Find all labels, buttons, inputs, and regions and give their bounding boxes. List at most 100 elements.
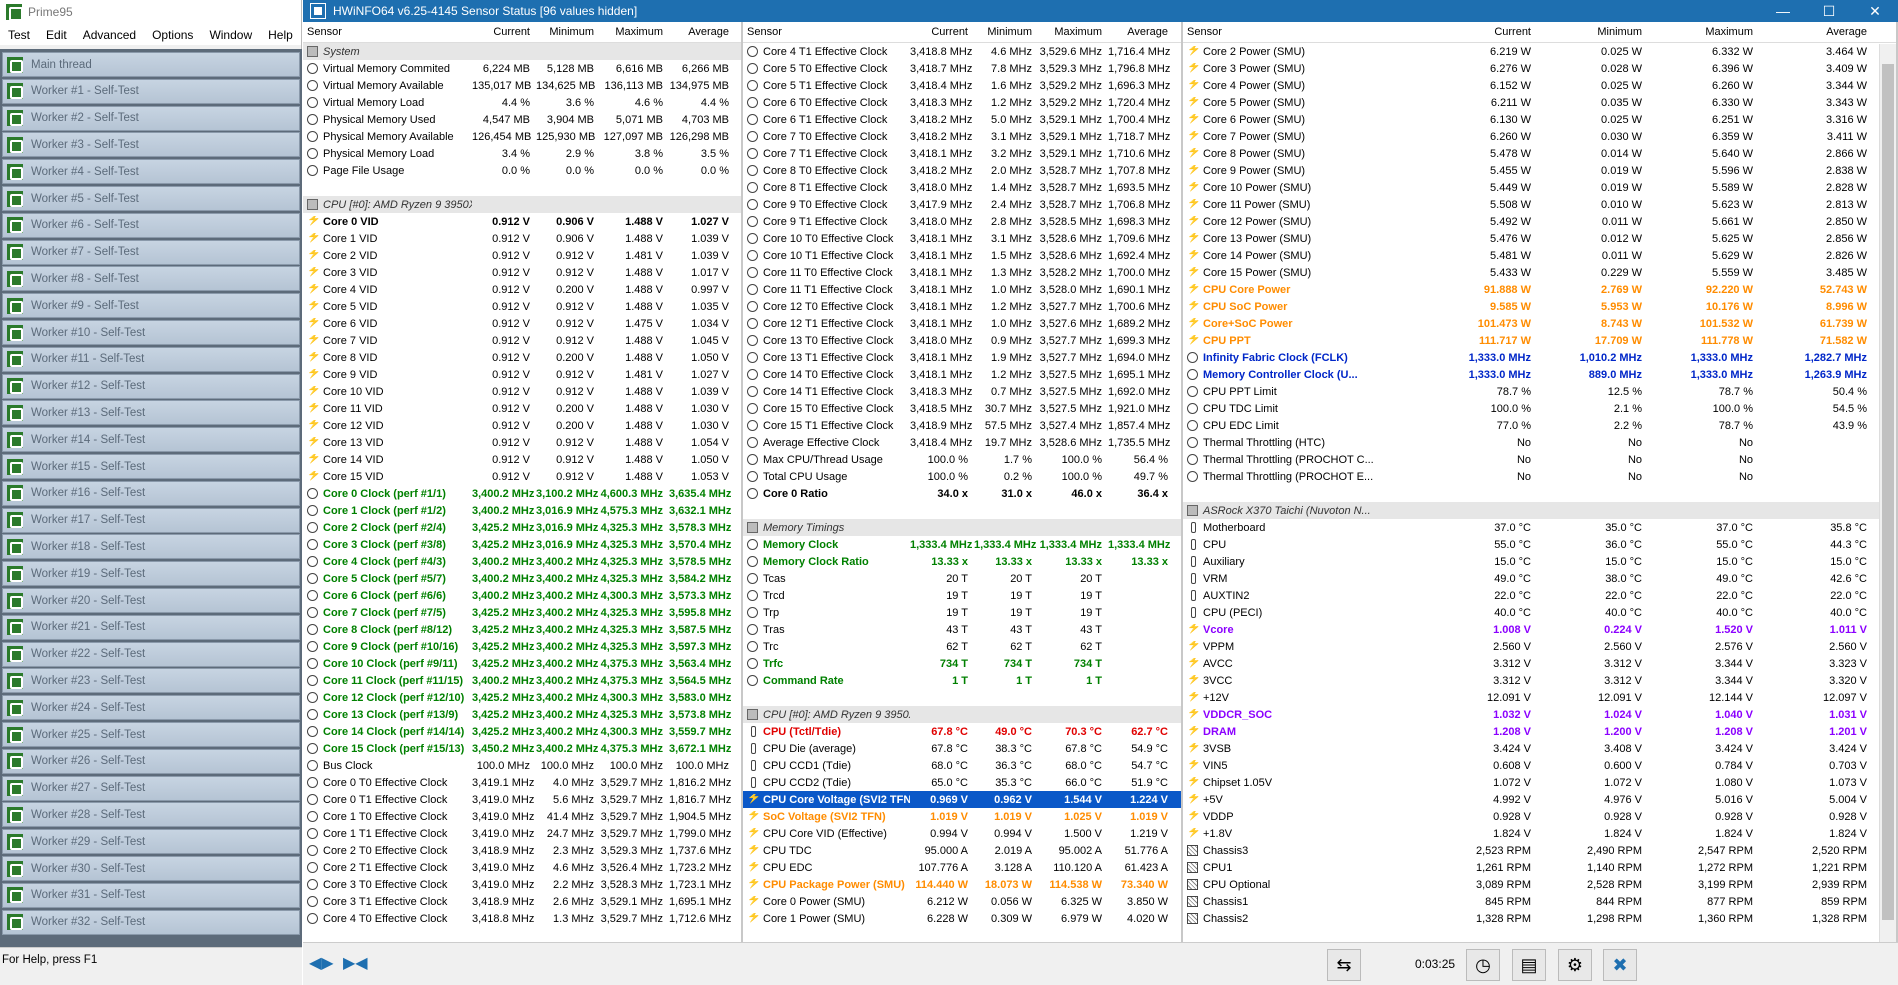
nav-collapse-arrows-icon[interactable]: ▶◀ — [343, 953, 373, 973]
sensor-group-row[interactable]: Memory Timings — [743, 519, 1181, 536]
sensor-row[interactable]: Core 8 VID 0.912 V 0.200 V 1.488 V 1.050 V — [303, 349, 741, 366]
minimize-button[interactable]: — — [1760, 3, 1806, 20]
prime95-worker-window[interactable]: Worker #6 - Self-Test — [2, 212, 300, 238]
sensor-row[interactable]: VPPM 2.560 V 2.560 V 2.576 V 2.560 V — [1183, 638, 1896, 655]
sensor-row[interactable]: Thermal Throttling (HTC) No No No — [1183, 434, 1896, 451]
column-header-average[interactable]: Average — [1759, 26, 1873, 38]
sensor-row[interactable]: Core 10 T0 Effective Clock 3,418.1 MHz 3.1… — [743, 230, 1181, 247]
prime95-worker-window[interactable]: Worker #18 - Self-Test — [2, 534, 300, 560]
sensor-row[interactable]: Core 1 Clock (perf #1/2) 3,400.2 MHz 3,016… — [303, 502, 741, 519]
sensor-row[interactable]: Core 12 T1 Effective Clock 3,418.1 MHz 1.0… — [743, 315, 1181, 332]
sensor-row[interactable]: Core 4 Power (SMU) 6.152 W 0.025 W 6.260 W 3… — [1183, 77, 1896, 94]
sensor-row[interactable]: Trc 62 T 62 T 62 T — [743, 638, 1181, 655]
sensor-row[interactable]: Core 7 T1 Effective Clock 3,418.1 MHz 3.2 … — [743, 145, 1181, 162]
sensor-row[interactable]: Core 1 T0 Effective Clock 3,419.0 MHz 41.4… — [303, 808, 741, 825]
sensor-row[interactable]: Core 8 T1 Effective Clock 3,418.0 MHz 1.4 … — [743, 179, 1181, 196]
column-header-sensor[interactable]: Sensor — [303, 26, 472, 38]
sensor-row[interactable]: CPU Die (average) 67.8 °C 38.3 °C 67.8 °C 54… — [743, 740, 1181, 757]
sensor-row[interactable]: Memory Controller Clock (U... 1,333.0 MHz… — [1183, 366, 1896, 383]
sensor-row[interactable]: VDDCR_SOC 1.032 V 1.024 V 1.040 V 1.031 V — [1183, 706, 1896, 723]
sensor-row[interactable]: Core 5 Clock (perf #5/7) 3,400.2 MHz 3,400… — [303, 570, 741, 587]
sensor-row[interactable]: Thermal Throttling (PROCHOT C... No No No — [1183, 451, 1896, 468]
prime95-worker-window[interactable]: Worker #5 - Self-Test — [2, 186, 300, 211]
sensor-row[interactable]: Core 13 T1 Effective Clock 3,418.1 MHz 1.9… — [743, 349, 1181, 366]
sensor-row[interactable]: Core 6 T0 Effective Clock 3,418.3 MHz 1.2 … — [743, 94, 1181, 111]
sensor-row[interactable]: SoC Voltage (SVI2 TFN) 1.019 V 1.019 V 1.02… — [743, 808, 1181, 825]
sensor-row[interactable]: Virtual Memory Commited 6,224 MB 5,128 MB 6… — [303, 60, 741, 77]
menu-options[interactable]: Options — [144, 28, 201, 42]
sensor-row[interactable]: CPU EDC Limit 77.0 % 2.2 % 78.7 % 43.9 % — [1183, 417, 1896, 434]
prime95-worker-window[interactable]: Worker #28 - Self-Test — [2, 802, 300, 828]
sensor-row[interactable]: VIN5 0.608 V 0.600 V 0.784 V 0.703 V — [1183, 757, 1896, 774]
sensor-row[interactable]: Core 8 Clock (perf #8/12) 3,425.2 MHz 3,40… — [303, 621, 741, 638]
prime95-worker-window[interactable]: Worker #14 - Self-Test — [2, 427, 300, 453]
sensor-row[interactable]: Core 6 T1 Effective Clock 3,418.2 MHz 5.0 … — [743, 111, 1181, 128]
maximize-button[interactable]: ☐ — [1806, 3, 1852, 20]
prime95-worker-window[interactable]: Worker #20 - Self-Test — [2, 588, 300, 613]
sensor-row[interactable]: Core 14 T1 Effective Clock 3,418.3 MHz 0.7… — [743, 383, 1181, 400]
sensor-row[interactable]: Core 15 T0 Effective Clock 3,418.5 MHz 30.… — [743, 400, 1181, 417]
prime95-worker-window[interactable]: Worker #9 - Self-Test — [2, 293, 300, 319]
sensor-row[interactable]: Core 13 Clock (perf #13/9) 3,425.2 MHz 3,4… — [303, 706, 741, 723]
sensor-row[interactable]: Core 12 T0 Effective Clock 3,418.1 MHz 1.2… — [743, 298, 1181, 315]
prime95-worker-window[interactable]: Worker #2 - Self-Test — [2, 105, 300, 131]
sensor-row[interactable]: Core 2 Clock (perf #2/4) 3,425.2 MHz 3,016… — [303, 519, 741, 536]
sensor-row[interactable]: Core 7 VID 0.912 V 0.912 V 1.488 V 1.045 V — [303, 332, 741, 349]
sensor-row[interactable]: AUXTIN2 22.0 °C 22.0 °C 22.0 °C 22.0 °C — [1183, 587, 1896, 604]
prime95-worker-window[interactable]: Worker #29 - Self-Test — [2, 829, 300, 855]
sensor-row[interactable]: Core 13 Power (SMU) 5.476 W 0.012 W 5.625 W… — [1183, 230, 1896, 247]
sensor-row[interactable]: Core 12 Clock (perf #12/10) 3,425.2 MHz 3,… — [303, 689, 741, 706]
sensor-row[interactable]: CPU CCD1 (Tdie) 68.0 °C 36.3 °C 68.0 °C 54.7… — [743, 757, 1181, 774]
sensor-row[interactable]: Core 3 VID 0.912 V 0.912 V 1.488 V 1.017 V — [303, 264, 741, 281]
sensor-row[interactable]: Core 1 T1 Effective Clock 3,419.0 MHz 24.7… — [303, 825, 741, 842]
column-header-maximum[interactable]: Maximum — [600, 26, 669, 38]
sensor-group-row[interactable]: CPU [#0]: AMD Ryzen 9 3950X — [303, 196, 741, 213]
sensor-row[interactable]: Core 10 Power (SMU) 5.449 W 0.019 W 5.589 W… — [1183, 179, 1896, 196]
column-header-current[interactable]: Current — [472, 26, 536, 38]
prime95-worker-window[interactable]: Worker #30 - Self-Test — [2, 856, 300, 881]
settings-gear-icon[interactable]: ⚙ — [1558, 949, 1592, 981]
sensor-row[interactable]: DRAM 1.208 V 1.200 V 1.208 V 1.201 V — [1183, 723, 1896, 740]
sensor-row[interactable]: Tcas 20 T 20 T 20 T — [743, 570, 1181, 587]
sensor-row[interactable]: Core 8 T0 Effective Clock 3,418.2 MHz 2.0 … — [743, 162, 1181, 179]
sensor-row[interactable]: Core 4 T0 Effective Clock 3,418.8 MHz 1.3 … — [303, 910, 741, 927]
sensor-row[interactable]: Trp 19 T 19 T 19 T — [743, 604, 1181, 621]
network-icon[interactable]: ⇆ — [1327, 949, 1361, 981]
sensor-row[interactable]: Physical Memory Available 126,454 MB 125,9… — [303, 128, 741, 145]
sensor-row[interactable]: Core 1 Power (SMU) 6.228 W 0.309 W 6.979 W 4… — [743, 910, 1181, 927]
prime95-worker-window[interactable]: Worker #3 - Self-Test — [2, 132, 300, 158]
sensor-row[interactable]: Core 11 T0 Effective Clock 3,418.1 MHz 1.3… — [743, 264, 1181, 281]
prime95-worker-window[interactable]: Worker #22 - Self-Test — [2, 641, 300, 667]
close-button[interactable]: ✕ — [1852, 3, 1898, 20]
sensor-row[interactable]: CPU EDC 107.776 A 3.128 A 110.120 A 61.423 A — [743, 859, 1181, 876]
sensor-row[interactable]: Core 12 VID 0.912 V 0.200 V 1.488 V 1.030 V — [303, 417, 741, 434]
prime95-worker-window[interactable]: Worker #8 - Self-Test — [2, 266, 300, 292]
column-header-sensor[interactable]: Sensor — [743, 26, 910, 38]
prime95-worker-window[interactable]: Worker #17 - Self-Test — [2, 507, 300, 533]
sensor-row[interactable]: Core 2 VID 0.912 V 0.912 V 1.481 V 1.039 V — [303, 247, 741, 264]
sensor-row[interactable]: CPU CCD2 (Tdie) 65.0 °C 35.3 °C 66.0 °C 51.9… — [743, 774, 1181, 791]
sensor-row[interactable]: Physical Memory Used 4,547 MB 3,904 MB 5,07… — [303, 111, 741, 128]
sensor-row[interactable]: Core 3 Power (SMU) 6.276 W 0.028 W 6.396 W 3… — [1183, 60, 1896, 77]
sensor-group-row[interactable]: System — [303, 43, 741, 60]
sensor-row[interactable]: Tras 43 T 43 T 43 T — [743, 621, 1181, 638]
sensor-row[interactable]: Core 2 Power (SMU) 6.219 W 0.025 W 6.332 W 3… — [1183, 43, 1896, 60]
sensor-row[interactable]: CPU PPT Limit 78.7 % 12.5 % 78.7 % 50.4 % — [1183, 383, 1896, 400]
sensor-row[interactable]: Core 12 Power (SMU) 5.492 W 0.011 W 5.661 W… — [1183, 213, 1896, 230]
sensor-row[interactable]: Core 0 Ratio 34.0 x 31.0 x 46.0 x 36.4 x — [743, 485, 1181, 502]
sensor-row[interactable]: Core 11 VID 0.912 V 0.200 V 1.488 V 1.030 V — [303, 400, 741, 417]
sensor-row[interactable]: Core 13 T0 Effective Clock 3,418.0 MHz 0.9… — [743, 332, 1181, 349]
sensor-row[interactable]: Core 3 T1 Effective Clock 3,418.9 MHz 2.6 … — [303, 893, 741, 910]
sensor-row[interactable]: Chipset 1.05V 1.072 V 1.072 V 1.080 V 1.073 … — [1183, 774, 1896, 791]
column-header-minimum[interactable]: Minimum — [1537, 26, 1648, 38]
sensor-row[interactable]: Core 0 VID 0.912 V 0.906 V 1.488 V 1.027 V — [303, 213, 741, 230]
sensor-row[interactable]: Core 2 T1 Effective Clock 3,419.0 MHz 4.6 … — [303, 859, 741, 876]
prime95-worker-window[interactable]: Worker #15 - Self-Test — [2, 454, 300, 479]
sensor-row[interactable]: Core 4 Clock (perf #4/3) 3,400.2 MHz 3,400… — [303, 553, 741, 570]
menu-window[interactable]: Window — [201, 28, 260, 42]
sensor-row[interactable]: Core 0 Power (SMU) 6.212 W 0.056 W 6.325 W 3… — [743, 893, 1181, 910]
sensor-row[interactable]: 3VSB 3.424 V 3.408 V 3.424 V 3.424 V — [1183, 740, 1896, 757]
sensor-row[interactable]: Core 13 VID 0.912 V 0.912 V 1.488 V 1.054 V — [303, 434, 741, 451]
sensor-row[interactable]: Core 9 T0 Effective Clock 3,417.9 MHz 2.4 … — [743, 196, 1181, 213]
sensor-row[interactable]: CPU Package Power (SMU) 114.440 W 18.073 W… — [743, 876, 1181, 893]
